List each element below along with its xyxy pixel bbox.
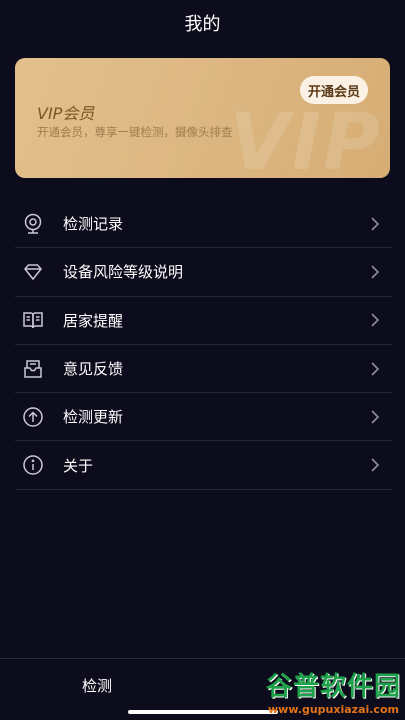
chevron-right-icon — [370, 361, 380, 377]
chevron-right-icon — [370, 457, 380, 473]
vip-subtitle: 开通会员，尊享一键检测，摄像头排查 — [37, 125, 233, 139]
menu-item-home-reminder[interactable]: 居家提醒 — [15, 297, 392, 345]
settings-menu: 检测记录 设备风险等级说明 居家提醒 意见反馈 检测更新 关于 — [15, 200, 392, 490]
webcam-icon — [21, 212, 45, 236]
menu-item-about[interactable]: 关于 — [15, 441, 392, 490]
page-header: 我的 — [0, 0, 405, 46]
chevron-right-icon — [370, 216, 380, 232]
menu-item-label: 关于 — [63, 456, 94, 475]
profile-screen: 我的 VIP VIP会员 开通会员，尊享一键检测，摄像头排查 开通会员 检测记录 — [0, 0, 405, 720]
menu-item-label: 检测更新 — [63, 408, 124, 427]
menu-item-risk-levels[interactable]: 设备风险等级说明 — [15, 248, 392, 297]
info-circle-icon — [21, 453, 45, 477]
tab-detect[interactable]: 检测 — [82, 675, 112, 696]
diamond-icon — [21, 260, 45, 284]
vip-card[interactable]: VIP VIP会员 开通会员，尊享一键检测，摄像头排查 开通会员 — [15, 58, 390, 178]
arrow-up-circle-icon — [21, 405, 45, 429]
menu-item-label: 居家提醒 — [63, 311, 124, 330]
watermark-url-text: www.gupuxiazai.com — [268, 703, 399, 716]
book-icon — [21, 308, 45, 332]
watermark-cn-text: 谷普软件园 — [265, 672, 401, 702]
menu-item-check-update[interactable]: 检测更新 — [15, 393, 392, 442]
vip-title: VIP会员 — [37, 104, 95, 123]
menu-item-label: 意见反馈 — [63, 360, 124, 379]
open-membership-button[interactable]: 开通会员 — [299, 76, 368, 104]
chevron-right-icon — [370, 312, 380, 328]
site-watermark-logo: 谷普软件园 www.gupuxiazai.com — [266, 666, 401, 716]
page-title: 我的 — [184, 14, 221, 35]
mailbox-icon — [21, 357, 45, 381]
chevron-right-icon — [370, 409, 380, 425]
menu-item-label: 设备风险等级说明 — [63, 263, 184, 282]
home-indicator — [128, 710, 278, 714]
menu-item-label: 检测记录 — [63, 215, 124, 234]
menu-item-detection-records[interactable]: 检测记录 — [15, 200, 392, 249]
vip-watermark: VIP — [229, 98, 382, 178]
chevron-right-icon — [370, 264, 380, 280]
menu-item-feedback[interactable]: 意见反馈 — [15, 345, 392, 394]
